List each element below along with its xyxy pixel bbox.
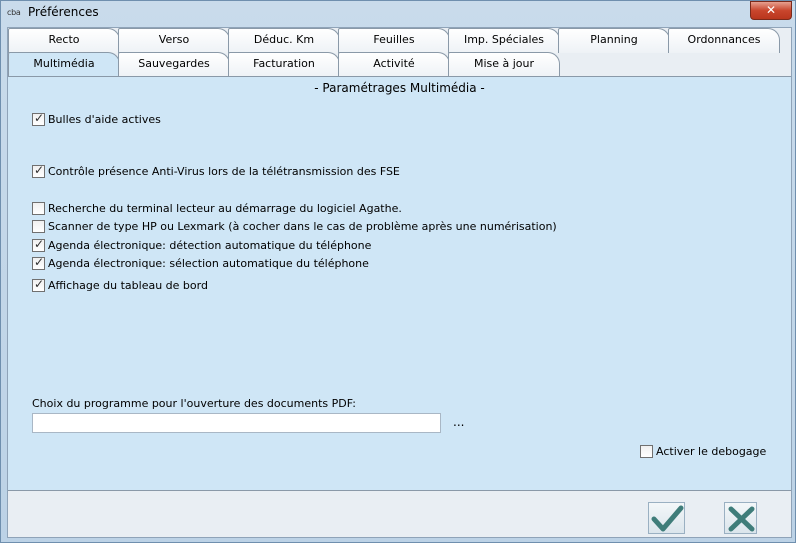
option-debug[interactable]: Activer le debogage bbox=[640, 443, 766, 459]
pdf-browse-button[interactable]: ... bbox=[453, 415, 464, 429]
checkbox-debug[interactable] bbox=[640, 444, 653, 458]
tab-imp-speciales[interactable]: Imp. Spéciales bbox=[448, 28, 560, 53]
tab-deduc-km[interactable]: Déduc. Km bbox=[228, 28, 340, 53]
option-scanner[interactable]: Scanner de type HP ou Lexmark (à cocher … bbox=[32, 218, 557, 234]
ok-button[interactable] bbox=[648, 502, 685, 534]
dialog-client-area: Recto Verso Déduc. Km Feuilles Imp. Spéc… bbox=[7, 27, 792, 538]
option-bulles-aide[interactable]: Bulles d'aide actives bbox=[32, 111, 161, 127]
checkbox-scanner[interactable] bbox=[32, 219, 45, 233]
option-label: Contrôle présence Anti-Virus lors de la … bbox=[48, 164, 400, 178]
cross-icon bbox=[728, 506, 755, 532]
window-title: Préférences bbox=[28, 5, 99, 19]
pdf-program-input[interactable] bbox=[32, 413, 441, 433]
tab-facturation[interactable]: Facturation bbox=[228, 52, 340, 77]
debug-label: Activer le debogage bbox=[656, 444, 767, 458]
option-label: Bulles d'aide actives bbox=[48, 112, 161, 126]
option-label: Agenda électronique: détection automatiq… bbox=[48, 238, 372, 252]
preferences-window: cba Préférences ✕ Recto Verso Déduc. Km … bbox=[0, 0, 796, 543]
close-window-button[interactable]: ✕ bbox=[750, 1, 792, 20]
option-label: Agenda électronique: sélection automatiq… bbox=[48, 256, 369, 270]
pdf-program-label: Choix du programme pour l'ouverture des … bbox=[32, 397, 356, 410]
checkbox-bulles-aide[interactable] bbox=[32, 111, 45, 126]
option-agenda-detection[interactable]: Agenda électronique: détection automatiq… bbox=[32, 237, 371, 253]
tab-mise-a-jour[interactable]: Mise à jour bbox=[448, 52, 560, 77]
title-bar: cba Préférences ✕ bbox=[1, 1, 795, 25]
tab-ordonnances[interactable]: Ordonnances bbox=[668, 28, 780, 53]
checkbox-agenda-selection[interactable] bbox=[32, 255, 45, 270]
multimedia-panel: - Paramétrages Multimédia - Bulles d'aid… bbox=[8, 76, 791, 491]
tab-row-1: Recto Verso Déduc. Km Feuilles Imp. Spéc… bbox=[8, 28, 791, 53]
option-terminal-lecteur[interactable]: Recherche du terminal lecteur au démarra… bbox=[32, 200, 402, 216]
tab-row-2: Multimédia Sauvegardes Facturation Activ… bbox=[8, 52, 791, 77]
tab-multimedia[interactable]: Multimédia bbox=[8, 52, 120, 77]
option-label: Recherche du terminal lecteur au démarra… bbox=[48, 201, 402, 215]
option-agenda-selection[interactable]: Agenda électronique: sélection automatiq… bbox=[32, 255, 369, 271]
app-icon: cba bbox=[7, 8, 21, 17]
tab-verso[interactable]: Verso bbox=[118, 28, 230, 53]
option-tableau-bord[interactable]: Affichage du tableau de bord bbox=[32, 277, 208, 293]
option-label: Affichage du tableau de bord bbox=[48, 278, 208, 292]
option-antivirus[interactable]: Contrôle présence Anti-Virus lors de la … bbox=[32, 163, 400, 179]
tab-activite[interactable]: Activité bbox=[338, 52, 450, 77]
checkbox-tableau-bord[interactable] bbox=[32, 277, 45, 292]
panel-title: - Paramétrages Multimédia - bbox=[314, 81, 485, 95]
option-label: Scanner de type HP ou Lexmark (à cocher … bbox=[48, 219, 557, 233]
tab-sauvegardes[interactable]: Sauvegardes bbox=[118, 52, 230, 77]
tab-feuilles[interactable]: Feuilles bbox=[338, 28, 450, 53]
check-icon bbox=[651, 505, 684, 532]
cancel-button[interactable] bbox=[724, 502, 757, 534]
tab-planning[interactable]: Planning bbox=[558, 28, 670, 53]
checkbox-antivirus[interactable] bbox=[32, 163, 45, 178]
checkbox-agenda-detection[interactable] bbox=[32, 237, 45, 252]
tab-recto[interactable]: Recto bbox=[8, 28, 120, 53]
checkbox-terminal-lecteur[interactable] bbox=[32, 201, 45, 215]
